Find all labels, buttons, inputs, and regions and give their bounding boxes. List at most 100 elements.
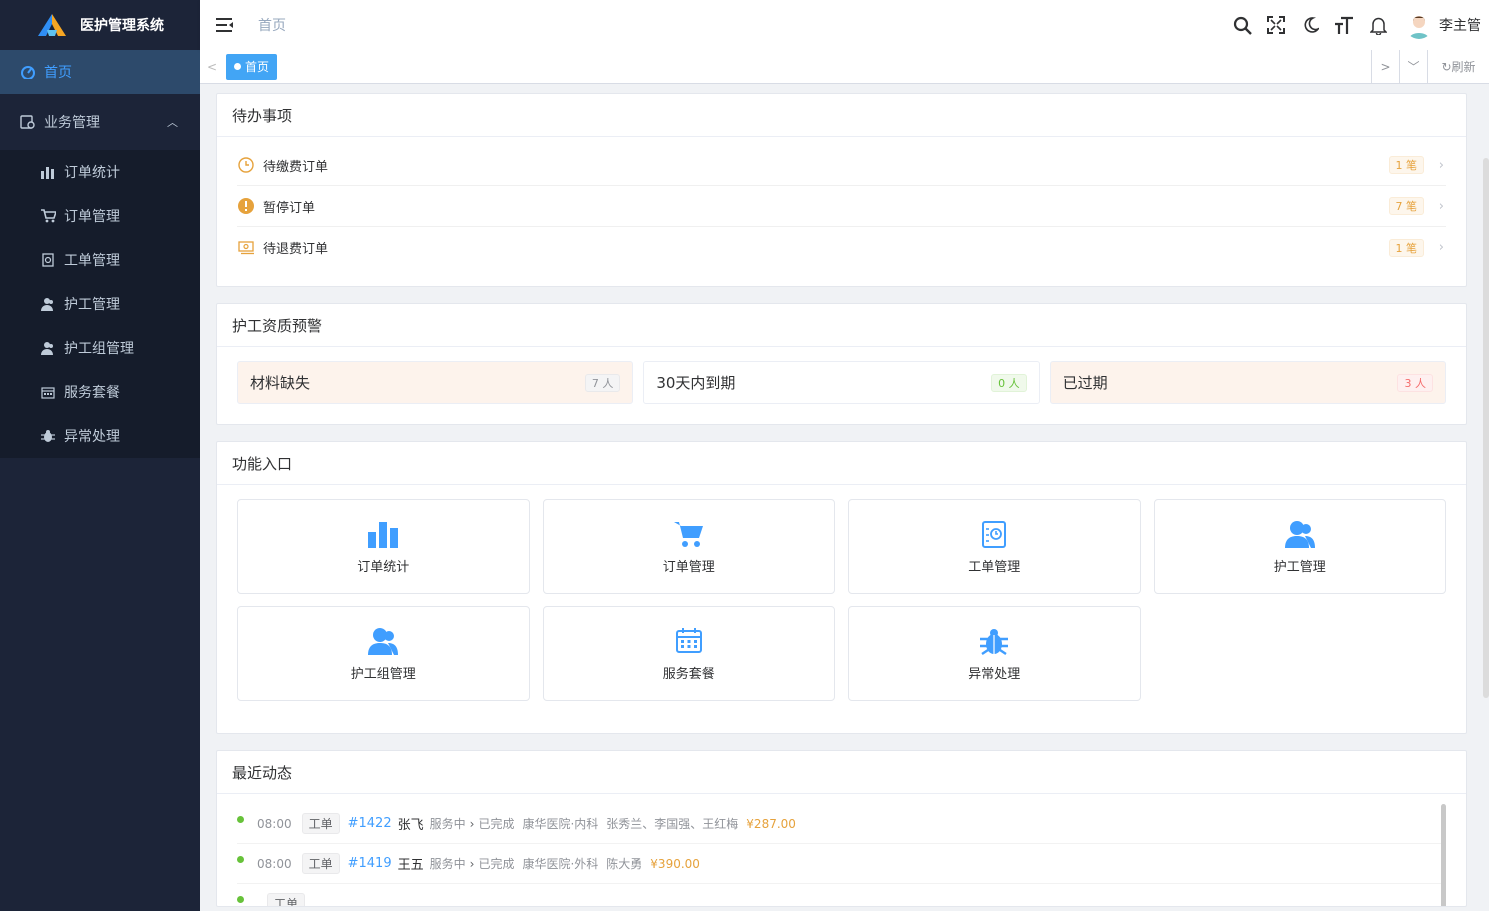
activity-name: 张飞 [397, 818, 424, 833]
func-orders[interactable]: 订单管理 [542, 499, 835, 594]
bug-icon [40, 428, 56, 444]
func-workorders[interactable]: 工单管理 [848, 499, 1141, 594]
status-dot-icon [237, 856, 244, 863]
activity-hospital: 康华医院·外科 [522, 857, 599, 871]
briefcase-icon [20, 114, 36, 130]
func-caregivers[interactable]: 护工管理 [1153, 499, 1446, 594]
functions-card: 功能入口 订单统计 订单管理 工单管理 护工管理 护工组管理 服务套餐 异常处理 [216, 441, 1467, 734]
clock-icon [237, 156, 255, 174]
activity-type: 工单 [267, 893, 306, 906]
card-title: 最近动态 [217, 751, 1466, 794]
status-dot-icon [237, 896, 244, 903]
warning-expiring[interactable]: 30天内到期 0 人 [643, 361, 1040, 404]
activity-hospital: 康华医院·内科 [522, 817, 599, 831]
count-badge: 7 人 [584, 373, 621, 392]
chevron-right-icon[interactable]: > [1371, 50, 1399, 83]
warning-expired[interactable]: 已过期 3 人 [1049, 361, 1446, 404]
main: 首页 李主管 < 首页 > ﹀ ↻ 刷新 待办事项 待缴费订单 1 笔 › 暂停… [200, 0, 1489, 911]
tab-home[interactable]: 首页 [226, 53, 278, 80]
font-size-icon[interactable] [1327, 0, 1361, 50]
activity-card: 最近动态 08:00 工单 #1422 张飞 服务中 › 已完成 康华医院·内科… [216, 750, 1467, 907]
bell-icon[interactable] [1361, 0, 1395, 50]
todo-label: 待缴费订单 [263, 159, 329, 175]
bar-chart-icon [40, 164, 56, 180]
breadcrumb[interactable]: 首页 [258, 15, 286, 35]
active-dot-icon [234, 63, 241, 70]
bug-icon [978, 625, 1010, 657]
fullscreen-icon[interactable] [1259, 0, 1293, 50]
func-exceptions[interactable]: 异常处理 [848, 606, 1141, 701]
count-badge: 7 笔 [1388, 197, 1424, 215]
sidebar-item-exceptions[interactable]: 异常处理 [0, 414, 200, 458]
card-title: 待办事项 [217, 94, 1466, 137]
sidebar-group-label: 业务管理 [44, 115, 100, 131]
sidebar-item-packages[interactable]: 服务套餐 [0, 370, 200, 414]
activity-row[interactable]: 08:00 工单 #1422 张飞 服务中 › 已完成 康华医院·内科 张秀兰、… [237, 804, 1446, 844]
card-title: 护工资质预警 [217, 304, 1466, 347]
activity-id-link[interactable]: #1422 [348, 816, 392, 831]
activity-staff: 张秀兰、李国强、王红梅 [606, 817, 739, 831]
activity-scrollbar[interactable] [1441, 804, 1446, 906]
func-label: 服务套餐 [662, 667, 715, 682]
chevron-right-icon: › [1438, 240, 1444, 255]
refresh-button[interactable]: ↻ 刷新 [1427, 50, 1489, 83]
chevron-down-icon[interactable]: ﹀ [1399, 50, 1427, 83]
sidebar-item-label: 首页 [44, 65, 72, 81]
chevron-left-icon[interactable]: < [200, 50, 224, 84]
search-icon[interactable] [1225, 0, 1259, 50]
activity-row[interactable]: 工单 [237, 884, 1446, 906]
activity-staff: 陈大勇 [606, 857, 643, 871]
sidebar-item-caregivers[interactable]: 护工管理 [0, 282, 200, 326]
activity-from: 服务中 [429, 857, 466, 871]
sidebar-item-label: 异常处理 [64, 429, 120, 445]
count-badge: 1 笔 [1388, 238, 1424, 257]
todo-row[interactable]: 待退费订单 1 笔 › [237, 227, 1446, 268]
sidebar-item-caregiver-groups[interactable]: 护工组管理 [0, 326, 200, 370]
submenu: 订单统计 订单管理 工单管理 护工管理 护工组管理 服务套餐 异常处理 [0, 150, 200, 458]
activity-price: ¥287.00 [746, 816, 796, 831]
activity-type: 工单 [301, 853, 340, 874]
refund-icon [237, 239, 255, 257]
activity-price: ¥390.00 [650, 856, 700, 871]
username[interactable]: 李主管 [1439, 15, 1481, 35]
dark-mode-icon[interactable] [1293, 0, 1327, 50]
sidebar-item-home[interactable]: 首页 [0, 50, 200, 94]
todo-row[interactable]: 暂停订单 7 笔 › [237, 186, 1446, 227]
func-packages[interactable]: 服务套餐 [542, 606, 835, 701]
user-icon [40, 296, 56, 312]
arrow-right-icon: › [469, 856, 475, 871]
activity-name: 王五 [397, 858, 424, 873]
calendar-icon [40, 384, 56, 400]
activity-time: 08:00 [257, 856, 292, 871]
cart-icon [673, 518, 705, 550]
avatar[interactable] [1405, 11, 1433, 39]
sidebar-item-workorders[interactable]: 工单管理 [0, 238, 200, 282]
warning-icon [237, 197, 255, 215]
sidebar-item-label: 护工组管理 [64, 341, 134, 357]
sidebar-item-label: 订单统计 [64, 165, 120, 181]
sidebar-item-orders[interactable]: 订单管理 [0, 194, 200, 238]
hamburger-icon[interactable] [200, 0, 250, 50]
clipboard-icon [40, 252, 56, 268]
func-order-stats[interactable]: 订单统计 [237, 499, 530, 594]
chevron-up-icon: ︿ [167, 116, 178, 129]
todo-row[interactable]: 待缴费订单 1 笔 › [237, 145, 1446, 186]
activity-to: 已完成 [478, 857, 515, 871]
sidebar-group-business[interactable]: 业务管理 ︿ [0, 94, 200, 150]
tags-controls: > ﹀ ↻ 刷新 [1371, 50, 1489, 84]
page-scrollbar[interactable] [1483, 158, 1489, 698]
card-title: 功能入口 [217, 442, 1466, 485]
sidebar-item-order-stats[interactable]: 订单统计 [0, 150, 200, 194]
activity-id-link[interactable]: #1419 [348, 856, 392, 871]
activity-time: 08:00 [257, 816, 292, 831]
arrow-right-icon: › [469, 816, 475, 831]
func-caregiver-groups[interactable]: 护工组管理 [237, 606, 530, 701]
warning-label: 30天内到期 [656, 374, 736, 392]
count-badge: 0 人 [991, 373, 1027, 392]
warning-missing-materials[interactable]: 材料缺失 7 人 [237, 361, 634, 404]
user-icon [1284, 518, 1316, 550]
activity-row[interactable]: 08:00 工单 #1419 王五 服务中 › 已完成 康华医院·外科 陈大勇 … [237, 844, 1446, 884]
logo-icon [38, 14, 66, 36]
todo-label: 暂停订单 [263, 200, 316, 216]
todo-card: 待办事项 待缴费订单 1 笔 › 暂停订单 7 笔 › 待退费订单 1 笔 › [216, 93, 1467, 287]
